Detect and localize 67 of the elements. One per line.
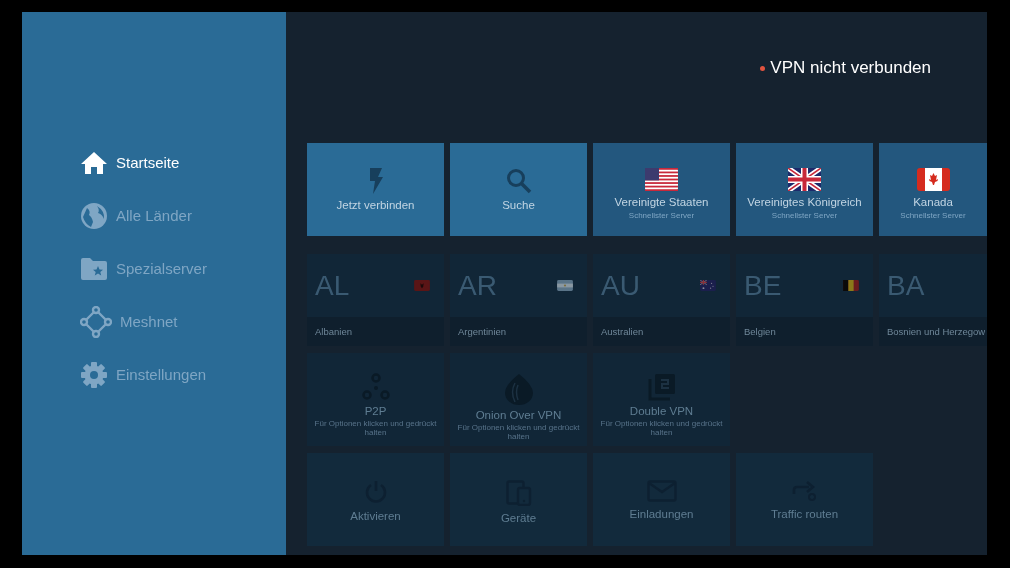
flag-icon [645,168,678,191]
tile-subtitle: Schnellster Server [900,211,966,220]
country-name: Albanien [307,317,444,346]
double-layer-icon [647,373,676,401]
tile-label: Vereinigte Staaten [614,196,709,208]
tile-hint: Für Optionen klicken und gedrückt halten [456,424,581,442]
country-tile[interactable]: AU Australien [593,254,730,346]
tool-tile[interactable]: Einladungen [593,453,730,546]
country-code: AU [601,269,640,302]
mesh-network-icon [80,305,112,338]
specialty-tile[interactable]: Onion Over VPN Für Optionen klicken und gedrückt halten [450,353,587,446]
action-tile[interactable]: Suche [450,143,587,236]
sidebar-item[interactable]: Alle Länder [80,200,286,231]
flag-icon [414,280,430,291]
specialty-tile[interactable]: P2P Für Optionen klicken und gedrückt halten [307,353,444,446]
specialty-tile[interactable]: Double VPN Für Optionen klicken und gedrückt halten [593,353,730,446]
flag-icon [843,280,859,291]
country-tile[interactable]: Kanada Schnellster Server [879,143,987,236]
settings-icon [80,360,108,389]
country-name: Argentinien [450,317,587,346]
sidebar-item[interactable]: Einstellungen [80,359,286,390]
onion-icon [502,373,535,405]
tile-hint: Für Optionen klicken und gedrückt halten [313,420,438,438]
tile-label: Kanada [913,196,953,208]
sidebar-item[interactable]: Spezialserver [80,253,286,284]
tile-hint: Für Optionen klicken und gedrückt halten [599,420,724,438]
country-code: AL [315,269,350,302]
tile-subtitle: Schnellster Server [628,211,695,220]
flag-icon [916,168,950,191]
tool-tile[interactable]: Geräte [450,453,587,546]
flag-icon [557,280,573,291]
country-tile[interactable]: Vereinigtes Königreich Schnellster Server [736,143,873,236]
tile-label: Vereinigtes Königreich [747,196,862,208]
country-name: Australien [593,317,730,346]
action-tile[interactable]: Jetzt verbinden [307,143,444,236]
country-tile[interactable]: AR Argentinien [450,254,587,346]
tile-label: Jetzt verbinden [336,199,415,211]
country-code: AR [458,269,497,302]
sidebar-item[interactable]: Meshnet [80,306,286,337]
lightning-bolt-icon [367,168,384,194]
country-code: BA [887,269,925,302]
country-tile[interactable]: Vereinigte Staaten Schnellster Server [593,143,730,236]
tile-label: Einladungen [629,508,694,520]
tile-subtitle: Schnellster Server [771,211,838,220]
home-icon [80,150,108,175]
tile-title: P2P [364,405,387,417]
country-tile[interactable]: AL Albanien [307,254,444,346]
flag-icon [788,168,821,191]
country-name: Bosnien und Herzegow [879,317,987,346]
tile-label: Geräte [500,512,537,524]
country-tile[interactable]: BE Belgien [736,254,873,346]
flag-icon [700,280,716,291]
search-icon [505,168,532,194]
country-code: BE [744,269,782,302]
globe-icon [80,201,108,230]
country-name: Belgien [736,317,873,346]
connection-status: VPN nicht verbunden [770,58,931,78]
tile-label: Aktivieren [350,510,401,522]
tile-label: Suche [502,199,535,211]
sidebar-item[interactable]: Startseite [80,147,286,178]
tile-label: Traffic routen [770,508,839,520]
country-tile[interactable]: BA Bosnien und Herzegow [879,254,987,346]
tile-title: Onion Over VPN [475,409,562,421]
folder-star-icon [80,256,108,281]
tile-title: Double VPN [629,405,694,417]
tool-tile[interactable]: Aktivieren [307,453,444,546]
tool-tile[interactable]: Traffic routen [736,453,873,546]
